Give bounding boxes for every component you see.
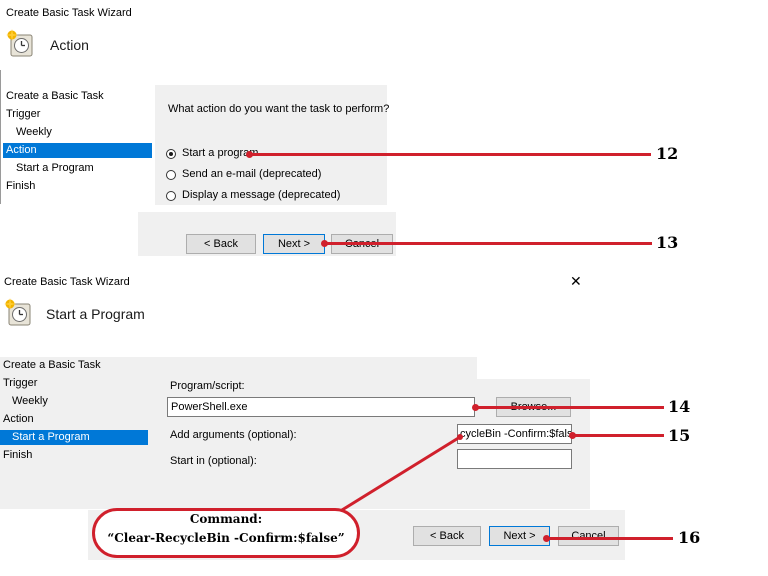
command-callout-title: Command:: [189, 512, 263, 526]
command-callout-text: “Clear-RecycleBin -Confirm:$false”: [107, 531, 345, 545]
command-pointer-line: [340, 434, 463, 512]
